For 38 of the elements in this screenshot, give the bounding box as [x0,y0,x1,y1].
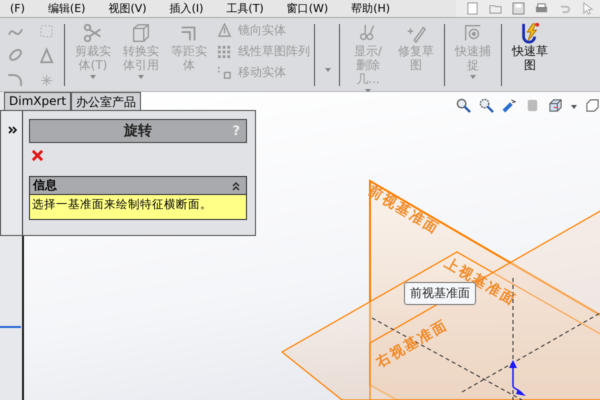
view-orientation-icon[interactable] [548,98,563,113]
document-icon[interactable] [466,2,479,15]
lightning-icon [519,22,541,44]
section-title: 信息 [33,177,57,194]
collapse-icon[interactable] [231,180,241,190]
printer-icon[interactable] [535,2,548,15]
tooltip: 前视基准面 [404,282,476,305]
menu-item[interactable]: 工具(T) [216,1,277,16]
grid-icon [217,44,232,59]
info-message: 选择一基准面来绘制特征横断面。 [30,195,246,219]
zoom-icon[interactable] [456,98,471,113]
menu-item[interactable]: 插入(I) [160,1,216,16]
property-manager-title: 旋转 [124,122,152,140]
panel-tab[interactable]: 办公室产品 [71,92,142,110]
panel-tab[interactable]: DimXpert [4,92,72,110]
menu-item[interactable]: 编辑(E) [38,1,98,16]
cursor-icon[interactable] [581,2,594,15]
display-style-icon[interactable] [525,98,540,113]
cube-icon [130,22,152,44]
plane-label: 右视基准面 [373,316,452,372]
menu-item[interactable]: 窗口(W) [276,1,342,16]
menu-item[interactable]: 帮助(H) [341,1,404,16]
mirror-icon [217,23,232,38]
cancel-icon[interactable] [31,149,44,162]
dropdown-arrow-icon[interactable] [571,105,577,109]
selection-line [0,326,21,328]
toolbar-button[interactable]: 快速草图 [511,22,549,72]
cube-icon[interactable] [585,98,600,113]
menu-item[interactable]: 视图(V) [98,1,160,16]
menu-item[interactable]: (F) [0,2,38,15]
move-icon [217,65,232,80]
zoom-icon[interactable] [479,98,494,113]
section-view-icon[interactable] [502,98,517,113]
section-header[interactable]: 信息 [30,177,246,195]
save-icon[interactable] [512,2,525,15]
coordinate-triad-icon [509,360,526,396]
expand-icon[interactable] [8,125,18,135]
plane-label: 前视基准面 [364,182,443,239]
